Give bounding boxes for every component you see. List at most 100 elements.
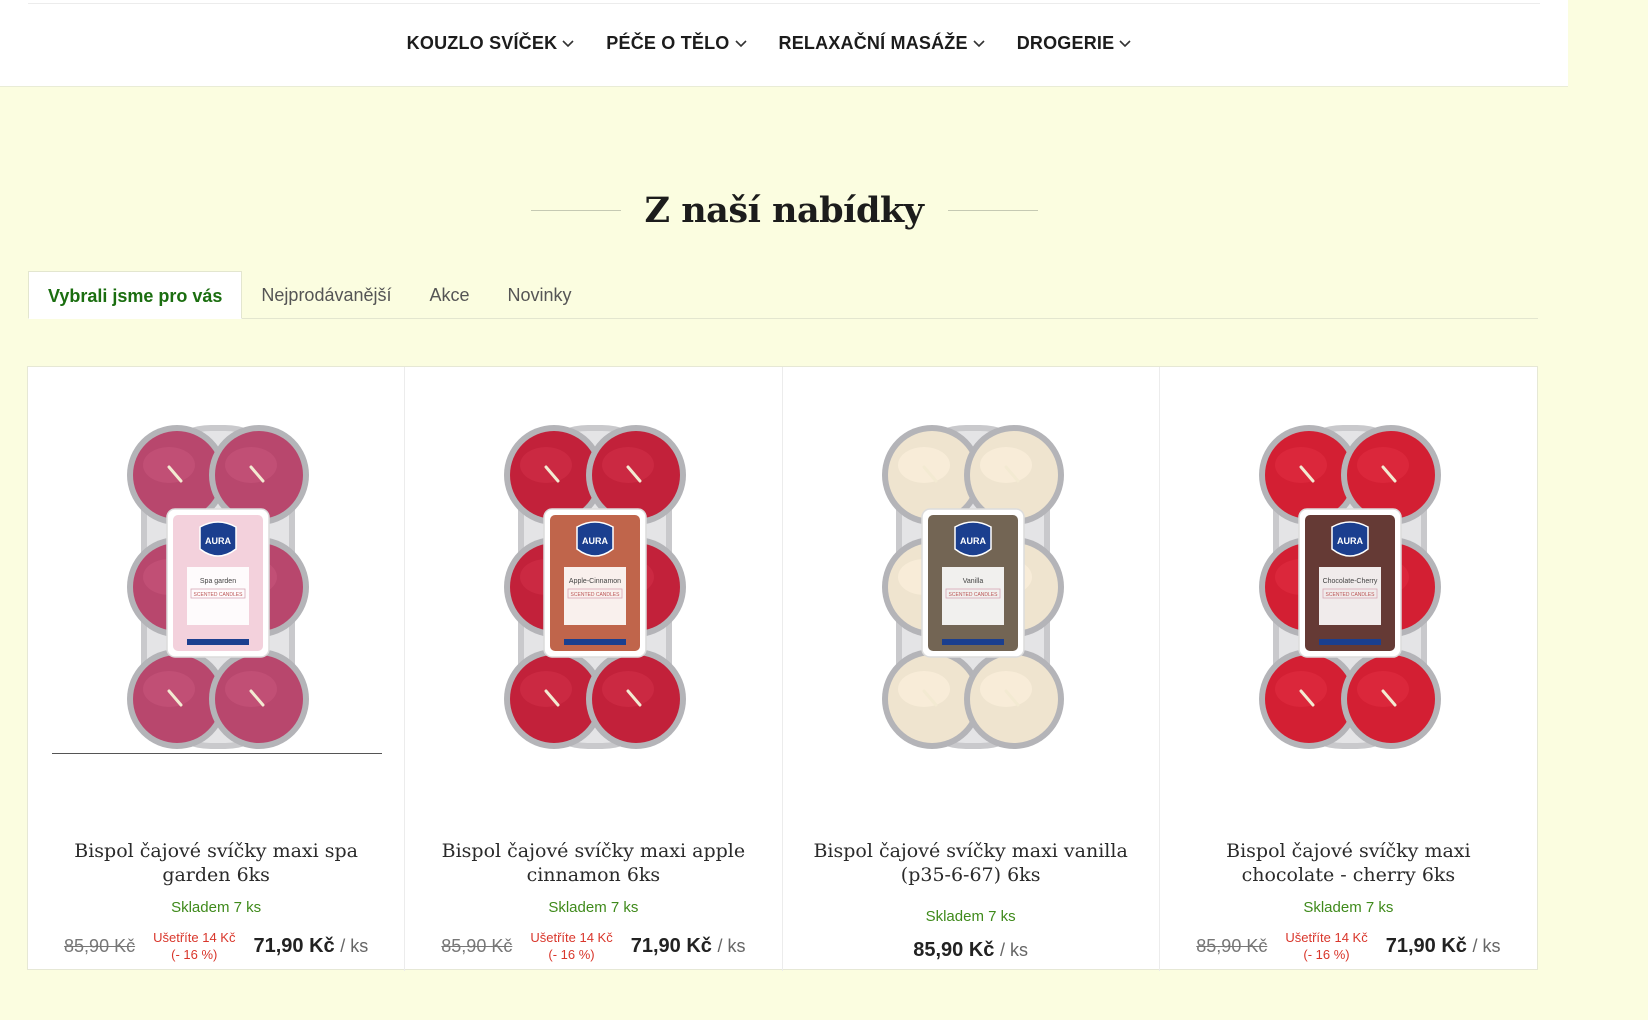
brand-logo-text: AURA <box>1337 536 1363 546</box>
current-price: 71,90 Kč / ks <box>1386 935 1501 958</box>
header-divider <box>28 3 1540 4</box>
product-image[interactable]: AURA Chocolate-Cherry SCENTED CANDLES <box>1255 417 1445 757</box>
scent-label: Spa garden <box>200 578 236 585</box>
wax-sheen <box>897 671 950 707</box>
brand-logo-text: AURA <box>205 536 231 546</box>
stock-status: Skladem 7 ks <box>548 899 639 916</box>
nav-item-drogerie[interactable]: DROGERIE <box>1017 33 1132 54</box>
heading-divider-left <box>530 210 621 211</box>
product-grid: AURA Spa garden SCENTED CANDLES Bispol čaj… <box>27 366 1538 971</box>
tab-akce[interactable]: Akce <box>411 271 489 319</box>
wax-sheen <box>143 447 195 483</box>
scent-label: Chocolate-Cherry <box>1322 578 1377 585</box>
sub-label: SCENTED CANDLES <box>194 592 244 598</box>
discount-amount: Ušetříte 14 Kč <box>153 930 236 945</box>
discount-amount: Ušetříte 14 Kč <box>530 930 613 945</box>
price-unit: / ks <box>340 935 369 956</box>
price-value: 85,90 Kč <box>913 939 995 961</box>
discount-amount: Ušetříte 14 Kč <box>1285 930 1368 945</box>
sub-label: SCENTED CANDLES <box>1325 592 1375 598</box>
wax-sheen <box>979 447 1032 483</box>
price-value: 71,90 Kč <box>253 934 335 957</box>
nav-item-relaxacni-masaze[interactable]: RELAXAČNÍ MASÁŽE <box>779 33 985 54</box>
price-row: 85,90 Kč Ušetříte 14 Kč (- 16 %) 71,90 Kč… <box>28 929 404 963</box>
product-card[interactable]: AURA Vanilla SCENTED CANDLES Bispol čajové… <box>783 367 1160 971</box>
product-image[interactable]: AURA Vanilla SCENTED CANDLES <box>878 417 1068 757</box>
tab-vybrali-jsme-pro-vas[interactable]: Vybrali jsme pro vás <box>28 271 243 319</box>
price-unit: / ks <box>1472 935 1501 956</box>
discount-percent: (- 16 %) <box>548 947 595 962</box>
chevron-down-icon <box>973 39 985 47</box>
current-price: 85,90 Kč / ks <box>913 939 1028 962</box>
chevron-down-icon <box>562 39 574 47</box>
wax-sheen <box>602 447 655 483</box>
current-price: 71,90 Kč / ks <box>253 935 368 958</box>
chevron-down-icon <box>1119 39 1131 47</box>
current-price: 71,90 Kč / ks <box>631 935 746 958</box>
stock-status: Skladem 7 ks <box>925 908 1016 925</box>
price-row: 85,90 Kč Ušetříte 14 Kč (- 16 %) 71,90 Kč… <box>405 929 781 963</box>
discount-info: Ušetříte 14 Kč (- 16 %) <box>1285 929 1367 963</box>
quality-band <box>941 639 1004 645</box>
main-navigation: KOUZLO SVÍČEK PÉČE O TĚLO RELAXAČNÍ MASÁ… <box>0 33 1568 54</box>
quality-band <box>187 639 249 645</box>
wax-sheen <box>1356 447 1409 483</box>
brand-logo-text: AURA <box>582 536 608 546</box>
scent-label: Apple-Cinnamon <box>569 578 621 585</box>
wax-sheen <box>520 447 573 483</box>
product-name[interactable]: Bispol čajové svíčky maxi spa garden 6ks <box>48 839 384 887</box>
section-heading: Z naší nabídky <box>0 190 1568 231</box>
old-price: 85,90 Kč <box>1196 935 1268 956</box>
wax-sheen <box>602 671 655 707</box>
product-card[interactable]: AURA Spa garden SCENTED CANDLES Bispol čaj… <box>28 367 406 971</box>
discount-percent: (- 16 %) <box>1303 947 1350 962</box>
tab-novinky[interactable]: Novinky <box>489 271 591 319</box>
product-card[interactable]: AURA Apple-Cinnamon SCENTED CANDLES Bispol… <box>405 367 783 971</box>
discount-info: Ušetříte 14 Kč (- 16 %) <box>153 929 235 963</box>
quality-band <box>564 639 627 645</box>
wax-sheen <box>1274 447 1327 483</box>
discount-info: Ušetříte 14 Kč (- 16 %) <box>530 929 612 963</box>
product-image[interactable]: AURA Apple-Cinnamon SCENTED CANDLES <box>500 417 690 757</box>
quality-band <box>1318 639 1381 645</box>
price-unit: / ks <box>999 940 1028 960</box>
old-price: 85,90 Kč <box>64 935 136 956</box>
wax-sheen <box>1274 671 1327 707</box>
price-value: 71,90 Kč <box>1385 934 1467 957</box>
product-card[interactable]: AURA Chocolate-Cherry SCENTED CANDLES Bisp… <box>1160 367 1537 971</box>
product-name[interactable]: Bispol čajové svíčky maxi chocolate - ch… <box>1180 839 1517 887</box>
discount-percent: (- 16 %) <box>171 947 218 962</box>
nav-item-label: PÉČE O TĚLO <box>606 33 730 53</box>
wax-sheen <box>897 447 950 483</box>
nav-item-pece-o-telo[interactable]: PÉČE O TĚLO <box>606 33 747 54</box>
tab-nejprodavanejsi[interactable]: Nejprodávanější <box>242 271 410 319</box>
product-name[interactable]: Bispol čajové svíčky maxi vanilla (p35-6… <box>803 839 1139 887</box>
heading-divider-right <box>947 210 1038 211</box>
product-tabs: Vybrali jsme pro vás Nejprodávanější Akc… <box>28 271 1538 319</box>
nav-item-label: KOUZLO SVÍČEK <box>406 33 558 53</box>
stock-status: Skladem 7 ks <box>1303 899 1394 916</box>
image-underline <box>52 753 382 754</box>
top-header: KOUZLO SVÍČEK PÉČE O TĚLO RELAXAČNÍ MASÁ… <box>0 0 1568 87</box>
price-unit: / ks <box>717 935 746 956</box>
nav-item-kouzlo-svicek[interactable]: KOUZLO SVÍČEK <box>407 33 575 54</box>
wax-sheen <box>1356 671 1409 707</box>
product-image[interactable]: AURA Spa garden SCENTED CANDLES <box>123 417 313 757</box>
wax-sheen <box>225 671 277 707</box>
wax-sheen <box>520 671 573 707</box>
price-row: 85,90 Kč / ks <box>783 939 1159 962</box>
sub-label: SCENTED CANDLES <box>948 592 998 598</box>
chevron-down-icon <box>734 39 747 47</box>
wax-sheen <box>979 671 1032 707</box>
price-row: 85,90 Kč Ušetříte 14 Kč (- 16 %) 71,90 Kč… <box>1160 929 1537 963</box>
price-value: 71,90 Kč <box>630 934 712 957</box>
wax-sheen <box>225 447 277 483</box>
nav-item-label: DROGERIE <box>1016 33 1115 53</box>
old-price: 85,90 Kč <box>441 935 513 956</box>
product-name[interactable]: Bispol čajové svíčky maxi apple cinnamon… <box>425 839 761 887</box>
brand-logo-text: AURA <box>960 536 986 546</box>
sub-label: SCENTED CANDLES <box>571 592 621 598</box>
scent-label: Vanilla <box>962 578 983 585</box>
wax-sheen <box>143 671 195 707</box>
section-title: Z naší nabídky <box>644 190 925 231</box>
